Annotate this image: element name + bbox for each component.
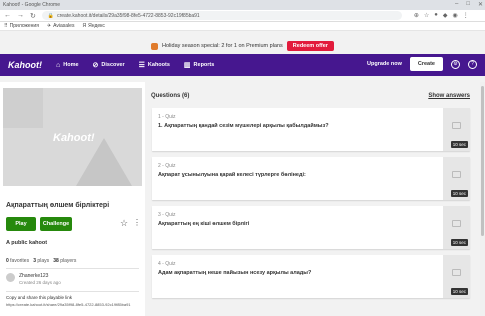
created-date: Created 26 days ago	[19, 280, 61, 285]
top-navigation: Kahoot! ⌂ Home ⊘ Discover ☰ Kahoots ▥ Report…	[0, 54, 485, 76]
nav-right: Upgrade now Create ⚙ ?	[367, 57, 477, 71]
kahoot-logo[interactable]: Kahoot!	[8, 60, 42, 70]
question-card[interactable]: 2 - Quiz Ақпарат ұсынылуына қарай келесі…	[152, 157, 470, 200]
question-type: 2 - Quiz	[158, 163, 176, 169]
question-thumbnail: 10 sec	[443, 206, 470, 249]
bookmark-yandex[interactable]: Я Яндекс	[82, 23, 104, 29]
star-bookmark-icon[interactable]: ☆	[424, 12, 429, 19]
nav-kahoots[interactable]: ☰ Kahoots	[139, 61, 170, 69]
close-icon[interactable]: ✕	[478, 1, 483, 8]
time-limit-badge: 10 sec	[450, 239, 468, 246]
bookmark-apps[interactable]: ⠿ Приложения	[4, 23, 39, 29]
promo-text: Holiday season special: 2 for 1 on Premi…	[162, 43, 283, 49]
list-icon: ☰	[138, 62, 145, 69]
share-link[interactable]: https://create.kahoot.it/share/29a35f98-…	[6, 302, 141, 307]
cover-image: Kahoot!	[3, 88, 142, 186]
lock-icon: 🔒	[47, 12, 55, 19]
window-controls: – □ ✕	[455, 1, 483, 8]
time-limit-badge: 10 sec	[450, 141, 468, 148]
translate-icon[interactable]: ⊕	[414, 12, 419, 19]
image-placeholder-icon	[452, 269, 461, 276]
home-icon: ⌂	[56, 61, 61, 69]
question-text: Адам ақпараттың неше пайызын нсезу арқыл…	[158, 270, 312, 276]
favorite-star-icon[interactable]: ☆	[120, 218, 128, 229]
redeem-offer-button[interactable]: Redeem offer	[286, 41, 334, 51]
window-title: Kahoot! - Google Chrome	[3, 2, 60, 8]
nav-discover[interactable]: ⊘ Discover	[93, 61, 125, 69]
apps-icon: ⠿	[4, 23, 8, 29]
kahoot-stats: 0 favorites 3 plays 38 players	[6, 258, 77, 264]
back-icon[interactable]: ←	[4, 12, 11, 19]
browser-titlebar: Kahoot! - Google Chrome – □ ✕	[0, 0, 485, 10]
question-text: Ақпараттың ең кіші өлшем бірлігі	[158, 221, 250, 227]
question-type: 4 - Quiz	[158, 261, 176, 267]
bookmark-aviasales[interactable]: ✈ Aviasales	[47, 23, 75, 29]
kahoot-details-panel: Kahoot! Ақпараттың өлшем бірліктері Play…	[0, 82, 145, 316]
more-options-icon[interactable]: ⋮	[133, 218, 141, 227]
question-text: 1. Ақпараттың қандай сезім мүшелері арқы…	[158, 123, 329, 129]
copy-link-label: Copy and share this playable link	[6, 295, 73, 300]
settings-icon[interactable]: ⚙	[451, 59, 460, 69]
profile-icon[interactable]: ◉	[453, 12, 458, 19]
kahoot-title: Ақпараттың өлшем бірліктері	[6, 202, 110, 209]
extension-icon[interactable]: ●	[434, 12, 438, 19]
question-card[interactable]: 1 - Quiz 1. Ақпараттың қандай сезім мүше…	[152, 108, 470, 151]
help-icon[interactable]: ?	[468, 59, 477, 69]
divider	[6, 268, 139, 269]
visibility-label: A public kahoot	[6, 240, 48, 246]
image-placeholder-icon	[452, 220, 461, 227]
challenge-button[interactable]: Challenge	[40, 217, 72, 231]
cover-logo: Kahoot!	[53, 132, 95, 144]
maximize-icon[interactable]: □	[466, 1, 470, 8]
address-bar-row: ← → ↻ 🔒 create.kahoot.it/details/29a35f9…	[0, 10, 485, 22]
compass-icon: ⊘	[92, 62, 99, 69]
show-answers-link[interactable]: Show answers	[428, 93, 470, 99]
nav-reports[interactable]: ▥ Reports	[184, 61, 214, 69]
image-placeholder-icon	[452, 171, 461, 178]
yandex-icon: Я	[82, 23, 87, 29]
questions-header: Questions (6)	[151, 93, 190, 99]
reload-icon[interactable]: ↻	[30, 12, 36, 20]
cover-shape	[76, 138, 132, 186]
url-text: create.kahoot.it/details/29a35f98-8fe5-4…	[57, 12, 200, 19]
play-button[interactable]: Play	[6, 217, 36, 231]
question-text: Ақпарат ұсынылуына қарай келесі түрлерге…	[158, 172, 306, 178]
image-placeholder-icon	[452, 122, 461, 129]
extension-icon[interactable]: ◆	[443, 12, 448, 19]
time-limit-badge: 10 sec	[450, 190, 468, 197]
cover-shape	[3, 88, 43, 128]
creator-username[interactable]: Zhanerke123	[19, 273, 48, 279]
plane-icon: ✈	[46, 23, 52, 29]
forward-icon[interactable]: →	[17, 12, 24, 19]
question-card[interactable]: 3 - Quiz Ақпараттың ең кіші өлшем бірліг…	[152, 206, 470, 249]
time-limit-badge: 10 sec	[450, 288, 468, 295]
address-bar[interactable]: 🔒 create.kahoot.it/details/29a35f98-8fe5…	[41, 11, 402, 20]
avatar[interactable]	[6, 273, 15, 282]
question-card[interactable]: 4 - Quiz Адам ақпараттың неше пайызын нс…	[152, 255, 470, 298]
promo-banner: Holiday season special: 2 for 1 on Premi…	[0, 38, 485, 54]
menu-icon[interactable]: ⋮	[463, 12, 469, 19]
divider	[6, 291, 139, 292]
nav-home[interactable]: ⌂ Home	[56, 62, 79, 69]
upgrade-now-link[interactable]: Upgrade now	[367, 61, 402, 67]
scrollbar-thumb[interactable]	[481, 86, 484, 236]
bookmarks-bar: ⠿ Приложения ✈ Aviasales Я Яндекс	[0, 22, 485, 31]
scrollbar[interactable]	[480, 82, 485, 316]
create-button[interactable]: Create	[409, 57, 443, 71]
extensions: ⊕ ☆ ● ◆ ◉ ⋮	[414, 12, 469, 19]
chart-icon: ▥	[183, 62, 191, 69]
question-thumbnail: 10 sec	[443, 157, 470, 200]
gift-icon	[151, 42, 159, 50]
question-thumbnail: 10 sec	[443, 255, 470, 298]
question-thumbnail: 10 sec	[443, 108, 470, 151]
question-type: 3 - Quiz	[158, 212, 176, 218]
minimize-icon[interactable]: –	[455, 1, 458, 8]
question-type: 1 - Quiz	[158, 114, 176, 120]
